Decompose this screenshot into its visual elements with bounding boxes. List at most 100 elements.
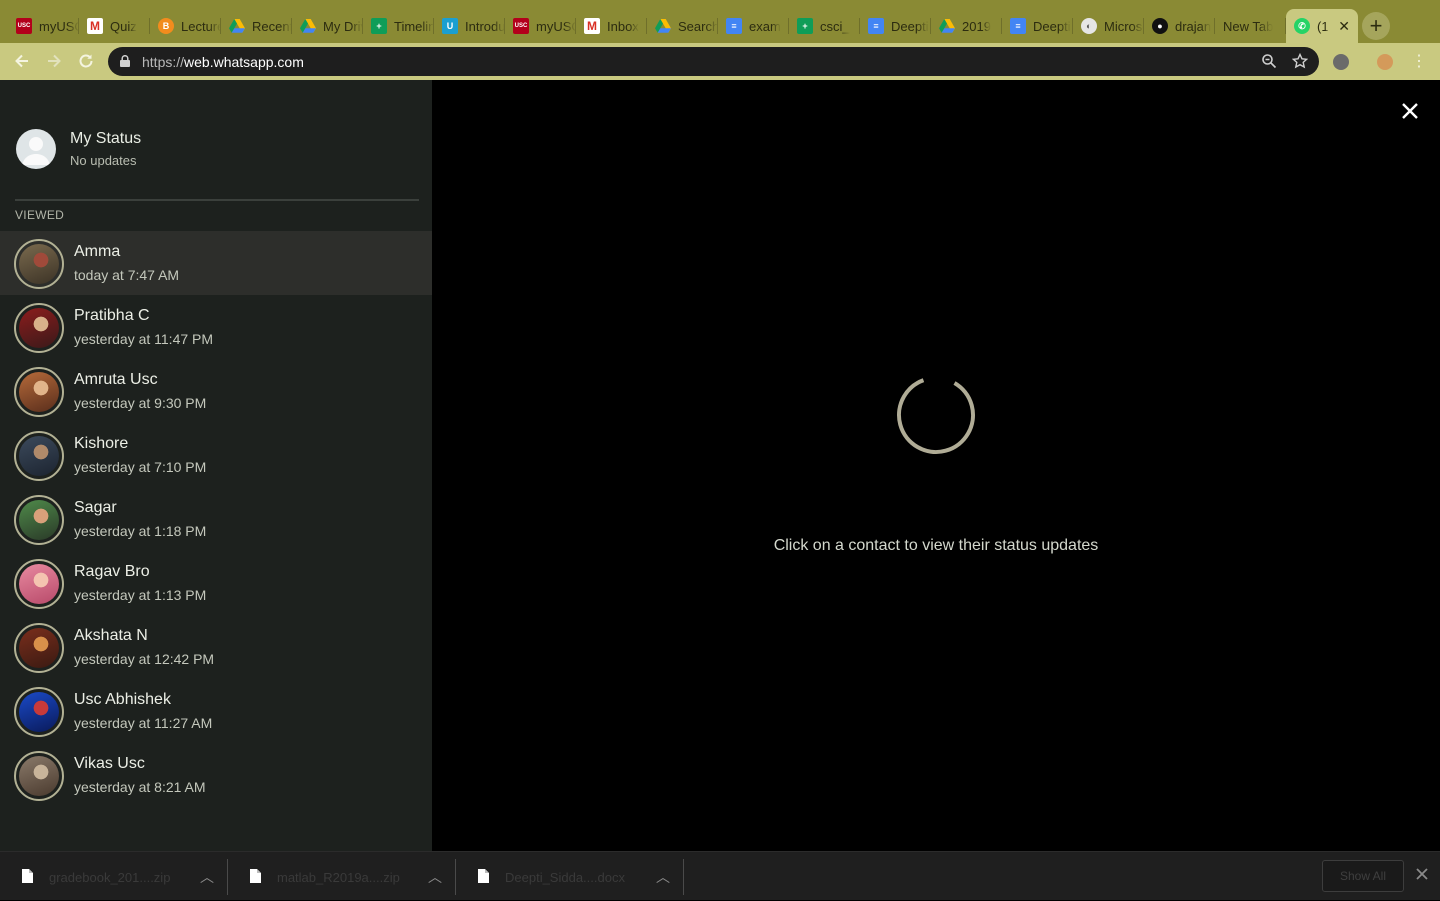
contact-name: Amma <box>74 243 121 260</box>
browser-tab[interactable]: + csci_ <box>789 9 860 43</box>
status-ring <box>14 239 64 289</box>
tab-label: Deepti <box>1033 18 1071 34</box>
zoom-button[interactable] <box>1261 53 1277 69</box>
reload-button[interactable] <box>76 52 96 72</box>
contact-avatar <box>19 564 59 604</box>
tab-label: 2019 <box>962 18 991 34</box>
file-icon <box>478 869 489 883</box>
browser-tab[interactable]: Search <box>647 9 718 43</box>
status-timestamp: yesterday at 9:30 PM <box>74 395 207 411</box>
status-timestamp: yesterday at 7:10 PM <box>74 459 207 475</box>
tab-label: Quiz <box>110 18 137 34</box>
contact-row[interactable]: Usc Abhishek yesterday at 11:27 AM <box>0 679 432 743</box>
default-user-icon <box>22 137 50 165</box>
status-timestamp: today at 7:47 AM <box>74 267 180 283</box>
browser-tab[interactable]: ≡ exam <box>718 9 789 43</box>
status-ring <box>14 559 64 609</box>
browser-tab[interactable]: 2019 <box>931 9 1002 43</box>
contact-row[interactable]: Amma today at 7:47 AM <box>0 231 432 295</box>
download-item[interactable]: matlab_R2019a....zip ︿ <box>228 852 456 901</box>
browser-tab[interactable]: ✆ (1 ✕ <box>1286 9 1358 43</box>
tab-label: Inbox <box>607 18 639 34</box>
download-shelf: gradebook_201....zip ︿ matlab_R2019a....zi… <box>0 851 1440 900</box>
contact-row[interactable]: Akshata N yesterday at 12:42 PM <box>0 615 432 679</box>
viewed-section-label: VIEWED <box>15 208 65 222</box>
drive-icon <box>229 18 245 34</box>
tab-label: My Drive <box>323 18 363 34</box>
gmail-icon: M <box>584 18 600 34</box>
tab-label: (1 <box>1317 18 1329 34</box>
forward-button[interactable] <box>44 52 64 72</box>
contact-name: Sagar <box>74 499 117 516</box>
tab-close-icon[interactable]: ✕ <box>1338 18 1350 35</box>
contact-row[interactable]: Vikas Usc yesterday at 8:21 AM <box>0 743 432 807</box>
address-bar[interactable]: https://web.whatsapp.com <box>108 47 1319 76</box>
contact-row[interactable]: Amruta Usc yesterday at 9:30 PM <box>0 359 432 423</box>
contact-row[interactable]: Sagar yesterday at 1:18 PM <box>0 487 432 551</box>
download-item[interactable]: gradebook_201....zip ︿ <box>0 852 228 901</box>
close-shelf-button[interactable] <box>1414 867 1430 883</box>
contact-name: Usc Abhishek <box>74 691 171 708</box>
download-item[interactable]: Deepti_Sidda....docx ︿ <box>456 852 684 901</box>
chevron-up-icon[interactable]: ︿ <box>656 867 670 887</box>
status-ring <box>14 495 64 545</box>
browser-tab[interactable]: USC myUSC <box>505 9 576 43</box>
browser-tab[interactable]: M Inbox <box>576 9 647 43</box>
bookmark-button[interactable] <box>1291 52 1309 69</box>
status-timestamp: yesterday at 8:21 AM <box>74 779 206 795</box>
close-button[interactable] <box>1399 100 1421 122</box>
browser-tab[interactable]: B Lecture <box>150 9 221 43</box>
browser-tab[interactable]: Recent <box>221 9 292 43</box>
chevron-up-icon[interactable]: ︿ <box>428 867 442 887</box>
docs-icon: ≡ <box>1010 18 1026 34</box>
show-all-downloads-button[interactable]: Show All <box>1322 860 1404 892</box>
my-status-row[interactable]: My Status No updates <box>0 80 432 200</box>
browser-tab[interactable]: USC myUSC <box>8 9 79 43</box>
contact-avatar <box>19 692 59 732</box>
docs-icon: ≡ <box>726 18 742 34</box>
profile-avatar[interactable] <box>1377 54 1393 70</box>
status-ring <box>14 623 64 673</box>
browser-tab[interactable]: M Quiz <box>79 9 150 43</box>
browser-tab[interactable]: ◐ Microsoft <box>1073 9 1144 43</box>
new-tab-button[interactable]: + <box>1362 12 1390 40</box>
browser-tab[interactable]: My Drive <box>292 9 363 43</box>
extension-icon[interactable] <box>1333 54 1349 70</box>
status-timestamp: yesterday at 12:42 PM <box>74 651 215 667</box>
chevron-up-icon[interactable]: ︿ <box>200 867 214 887</box>
status-ring <box>14 367 64 417</box>
tab-label: Introduction <box>465 18 505 34</box>
browser-tab[interactable]: New Tab <box>1215 9 1286 43</box>
browser-tab[interactable]: ● drajan <box>1144 9 1215 43</box>
download-filename: Deepti_Sidda....docx <box>505 870 625 885</box>
arrow-right-icon <box>48 54 61 68</box>
browser-tab[interactable]: + Timeline <box>363 9 434 43</box>
contact-row[interactable]: Pratibha C yesterday at 11:47 PM <box>0 295 432 359</box>
browser-tab[interactable]: ≡ Deepti <box>1002 9 1073 43</box>
status-timestamp: yesterday at 1:13 PM <box>74 587 207 603</box>
contact-name: Akshata N <box>74 627 148 644</box>
gmail-icon: M <box>87 18 103 34</box>
status-list-panel: My Status No updates VIEWED Amma today at… <box>0 80 432 851</box>
tab-label: Lecture <box>181 18 221 34</box>
sheets-icon: + <box>371 18 387 34</box>
whatsapp-icon: ✆ <box>1294 18 1310 34</box>
browser-toolbar: https://web.whatsapp.com ⋮ <box>0 43 1440 80</box>
tab-label: Search <box>678 18 718 34</box>
contact-row[interactable]: Ragav Bro yesterday at 1:13 PM <box>0 551 432 615</box>
my-status-avatar <box>16 129 56 169</box>
tab-label: Timeline <box>394 18 434 34</box>
my-status-subtitle: No updates <box>70 153 137 168</box>
my-status-title: My Status <box>70 130 142 147</box>
contact-avatar <box>19 308 59 348</box>
sheets-icon: + <box>797 18 813 34</box>
status-ring <box>14 751 64 801</box>
tab-list: USC myUSC M Quiz B Lecture Recent My Drive + Time… <box>8 9 1358 43</box>
menu-button[interactable]: ⋮ <box>1409 52 1429 72</box>
contact-row[interactable]: Kishore yesterday at 7:10 PM <box>0 423 432 487</box>
back-button[interactable] <box>12 52 32 72</box>
browser-tab[interactable]: U Introduction <box>434 9 505 43</box>
contact-avatar <box>19 372 59 412</box>
bitcoin-icon: B <box>158 18 174 34</box>
browser-tab[interactable]: ≡ Deepti <box>860 9 931 43</box>
